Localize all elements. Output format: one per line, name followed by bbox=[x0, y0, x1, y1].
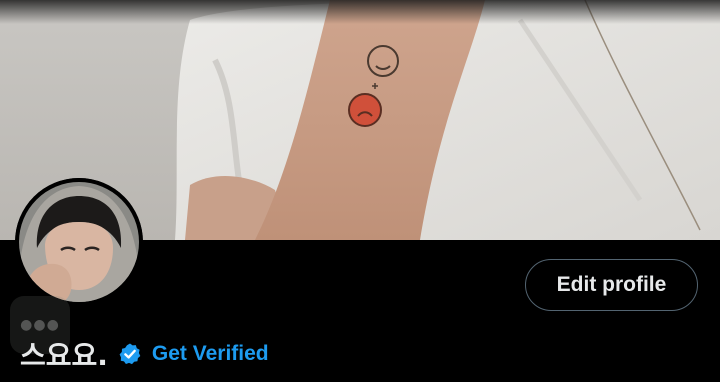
profile-avatar[interactable] bbox=[15, 178, 143, 306]
edit-profile-button[interactable]: Edit profile bbox=[525, 259, 698, 311]
display-name: 스요요. bbox=[20, 339, 108, 372]
profile-header: ●●● Edit profile 스요요. Get Verified bbox=[0, 0, 720, 382]
more-dots-icon: ●●● bbox=[20, 317, 60, 333]
get-verified-link[interactable]: Get Verified bbox=[152, 342, 269, 366]
verified-badge-icon[interactable] bbox=[118, 342, 142, 366]
name-row: 스요요. Get Verified bbox=[20, 334, 269, 374]
